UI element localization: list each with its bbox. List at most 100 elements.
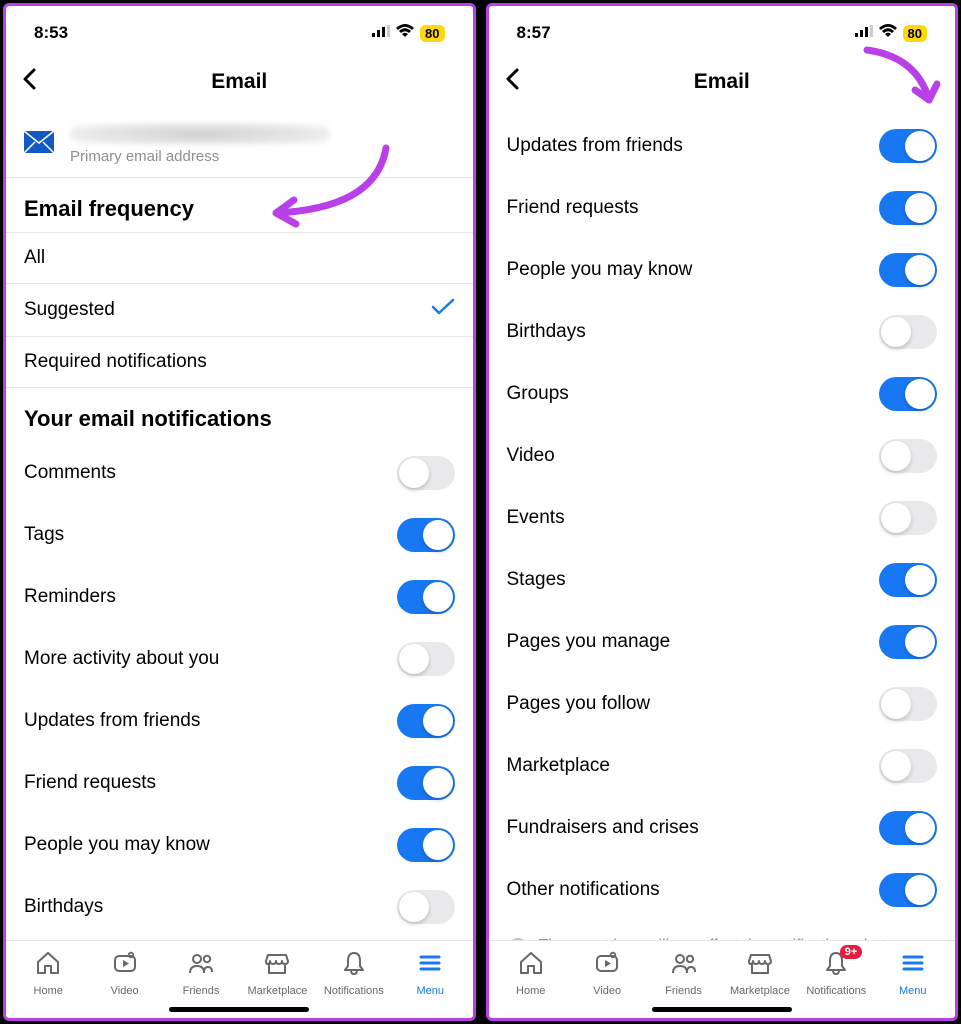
phone-screenshot-right: 8:57 80 Email Updates from friends Friend…	[486, 3, 959, 1021]
frequency-option[interactable]: All	[6, 232, 473, 284]
home-indicator	[652, 1007, 792, 1012]
status-time: 8:53	[34, 23, 68, 43]
toggle-switch[interactable]	[397, 766, 455, 800]
toggle-label: Friend requests	[507, 197, 639, 219]
mail-icon	[24, 131, 54, 158]
video-tab[interactable]: Video	[89, 949, 161, 997]
email-address-redacted	[70, 123, 330, 145]
toggle-switch[interactable]	[397, 518, 455, 552]
home-tab[interactable]: Home	[495, 949, 567, 997]
toggle-switch[interactable]	[879, 315, 937, 349]
toggle-switch[interactable]	[879, 501, 937, 535]
toggle-switch[interactable]	[879, 191, 937, 225]
tab-label: Friends	[183, 985, 220, 997]
notifications-tab[interactable]: Notifications	[318, 949, 390, 997]
notification-toggle-row: People you may know	[489, 239, 956, 301]
frequency-option[interactable]: Required notifications	[6, 337, 473, 388]
notification-toggle-row: Updates from friends	[6, 690, 473, 752]
home-icon	[517, 949, 545, 982]
marketplace-icon	[263, 949, 291, 982]
notification-toggle-row: More activity about you	[6, 628, 473, 690]
video-tab[interactable]: Video	[571, 949, 643, 997]
toggle-switch[interactable]	[879, 253, 937, 287]
nav-header: Email	[6, 54, 473, 115]
toggle-label: Pages you follow	[507, 693, 651, 715]
toggle-label: Friend requests	[24, 772, 156, 794]
back-button[interactable]	[22, 66, 52, 97]
toggle-switch[interactable]	[397, 642, 455, 676]
tab-label: Marketplace	[247, 985, 307, 997]
toggle-label: People you may know	[24, 834, 210, 856]
tab-bar: Home Video Friends Marketplace Notifications…	[6, 940, 473, 1001]
tab-label: Video	[593, 985, 621, 997]
battery-badge: 80	[420, 25, 444, 42]
toggle-switch[interactable]	[879, 563, 937, 597]
toggle-switch[interactable]	[397, 580, 455, 614]
notification-toggle-row: Stages	[489, 549, 956, 611]
toggle-switch[interactable]	[879, 749, 937, 783]
menu-tab[interactable]: Menu	[877, 949, 949, 997]
friends-icon	[670, 949, 698, 982]
toggle-label: Reminders	[24, 586, 116, 608]
your-email-notifications-title: Your email notifications	[6, 388, 473, 442]
toggle-label: Comments	[24, 462, 116, 484]
home-tab[interactable]: Home	[12, 949, 84, 997]
tab-bar: Home Video Friends MarketplaceNotifications…	[489, 940, 956, 1001]
toggle-switch[interactable]	[397, 456, 455, 490]
toggle-switch[interactable]	[879, 625, 937, 659]
tab-label: Friends	[665, 985, 702, 997]
toggle-switch[interactable]	[397, 828, 455, 862]
toggle-switch[interactable]	[879, 377, 937, 411]
toggle-label: Birthdays	[24, 896, 103, 918]
notification-toggle-row: Fundraisers and crises	[489, 797, 956, 859]
info-icon	[507, 937, 529, 940]
footer-note-text: These settings will not affect the notif…	[539, 937, 886, 940]
marketplace-tab[interactable]: Marketplace	[241, 949, 313, 997]
friends-tab[interactable]: Friends	[165, 949, 237, 997]
checkmark-icon	[431, 298, 455, 322]
status-indicators: 80	[855, 24, 927, 42]
toggle-switch[interactable]	[879, 439, 937, 473]
toggle-label: Stages	[507, 569, 566, 591]
tab-label: Home	[34, 985, 63, 997]
toggle-label: Fundraisers and crises	[507, 817, 699, 839]
status-bar: 8:53 80	[6, 6, 473, 54]
toggle-switch[interactable]	[879, 129, 937, 163]
toggle-switch[interactable]	[879, 873, 937, 907]
email-frequency-title: Email frequency	[6, 178, 473, 232]
notifications-icon	[340, 949, 368, 982]
menu-tab[interactable]: Menu	[394, 949, 466, 997]
notification-toggle-row: Other notifications	[489, 859, 956, 921]
tab-label: Menu	[416, 985, 444, 997]
toggle-switch[interactable]	[397, 890, 455, 924]
frequency-option-label: All	[24, 247, 45, 269]
page-title: Email	[211, 70, 267, 94]
primary-email-row[interactable]: Primary email address	[6, 115, 473, 178]
frequency-option[interactable]: Suggested	[6, 284, 473, 337]
notification-toggle-row: Video	[489, 425, 956, 487]
notification-toggle-row: Groups	[489, 363, 956, 425]
notification-toggle-row: Updates from friends	[489, 115, 956, 177]
toggle-label: Marketplace	[507, 755, 611, 777]
toggle-label: Video	[507, 445, 555, 467]
notification-toggle-row: Events	[489, 487, 956, 549]
toggle-label: Events	[507, 507, 565, 529]
friends-tab[interactable]: Friends	[648, 949, 720, 997]
notification-toggle-row: People you may know	[6, 814, 473, 876]
back-button[interactable]	[505, 66, 535, 97]
tab-label: Menu	[899, 985, 927, 997]
notification-toggle-row: Friend requests	[489, 177, 956, 239]
friends-icon	[187, 949, 215, 982]
toggle-label: More activity about you	[24, 648, 219, 670]
page-title: Email	[694, 70, 750, 94]
toggle-switch[interactable]	[397, 704, 455, 738]
tab-label: Notifications	[324, 985, 384, 997]
marketplace-tab[interactable]: Marketplace	[724, 949, 796, 997]
toggle-switch[interactable]	[879, 687, 937, 721]
notifications-tab[interactable]: Notifications9+	[800, 949, 872, 997]
toggle-switch[interactable]	[879, 811, 937, 845]
cellular-signal-icon	[855, 24, 873, 42]
toggle-label: Tags	[24, 524, 64, 546]
content-area: Primary email address Email frequency Al…	[6, 115, 473, 940]
status-time: 8:57	[517, 23, 551, 43]
